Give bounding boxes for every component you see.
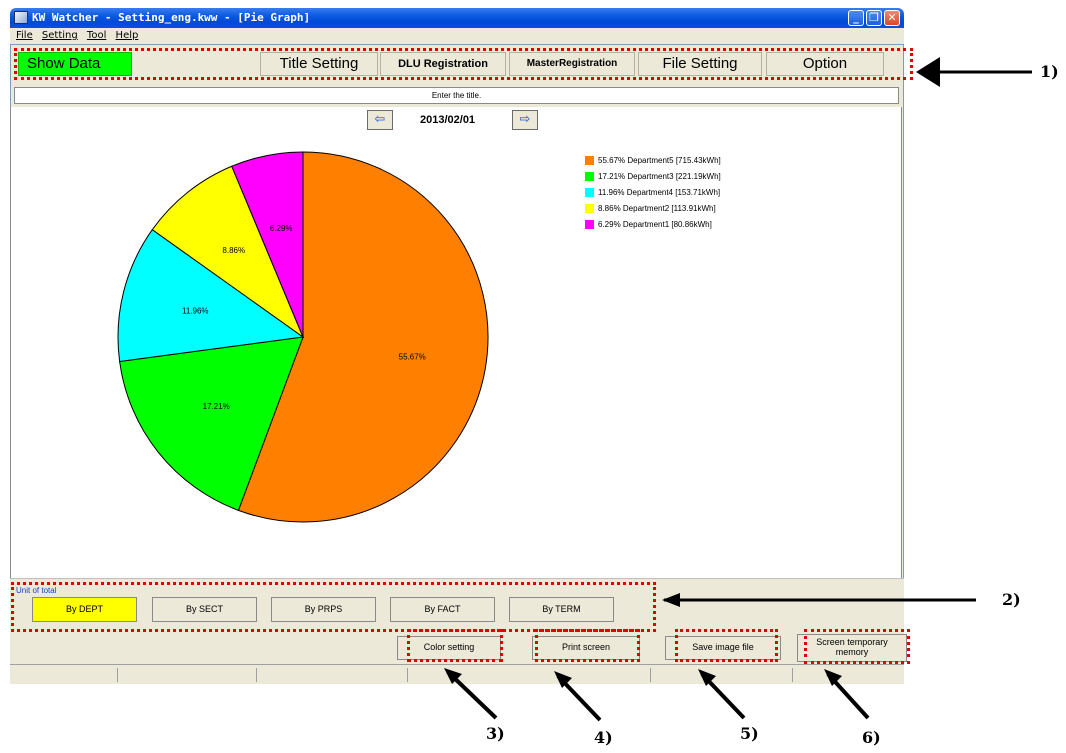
arrow-1-head: [918, 65, 936, 79]
annotation-5: 5): [740, 724, 759, 743]
arrow-2-head: [662, 593, 680, 607]
annotation-2: 2): [1002, 590, 1021, 609]
annotation-1: 1): [1040, 62, 1059, 81]
arrow-6-head: [824, 669, 842, 686]
annotation-6: 6): [862, 728, 881, 747]
annotation-3: 3): [486, 724, 505, 743]
annotation-arrows: [444, 57, 1032, 722]
annotation-4: 4): [594, 728, 613, 747]
